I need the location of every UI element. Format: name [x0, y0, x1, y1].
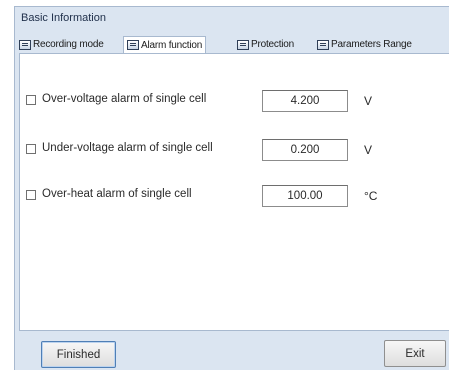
tab-alarm-function[interactable]: Alarm function	[123, 36, 207, 53]
over-voltage-label: Over-voltage alarm of single cell	[42, 93, 207, 105]
tab-recording-mode[interactable]: Recording mode	[19, 37, 104, 52]
tab-icon	[127, 40, 139, 50]
tab-label: Alarm function	[141, 39, 203, 51]
screenshot-frame: Basic Information Recording mode Alarm f…	[0, 0, 449, 370]
tab-bar: Recording mode Alarm function Protection…	[19, 36, 449, 53]
over-heat-input[interactable]	[262, 185, 348, 207]
tab-label: Protection	[251, 39, 295, 50]
basic-information-dialog: Basic Information Recording mode Alarm f…	[14, 6, 449, 370]
tab-icon	[317, 39, 329, 50]
over-heat-label: Over-heat alarm of single cell	[42, 188, 192, 200]
under-voltage-checkbox[interactable]	[26, 144, 36, 154]
over-voltage-checkbox[interactable]	[26, 95, 36, 105]
finished-button[interactable]: Finished	[41, 341, 116, 368]
over-voltage-input[interactable]	[262, 90, 348, 112]
under-voltage-input[interactable]	[262, 139, 348, 161]
over-heat-checkbox[interactable]	[26, 190, 36, 200]
alarm-row-over-voltage: Over-voltage alarm of single cell V	[26, 90, 446, 112]
over-voltage-unit: V	[364, 94, 373, 108]
exit-button[interactable]: Exit	[384, 340, 446, 367]
tab-label: Parameters Range	[331, 39, 412, 50]
tab-parameters-range[interactable]: Parameters Range	[317, 37, 412, 52]
alarm-row-over-heat: Over-heat alarm of single cell °C	[26, 185, 446, 207]
alarm-function-panel: Over-voltage alarm of single cell V Unde…	[19, 53, 449, 331]
tab-icon	[19, 39, 31, 50]
over-heat-unit: °C	[364, 189, 378, 203]
tab-protection[interactable]: Protection	[237, 37, 294, 52]
under-voltage-label: Under-voltage alarm of single cell	[42, 142, 213, 154]
tab-icon	[237, 39, 249, 50]
tab-label: Recording mode	[33, 39, 104, 50]
dialog-footer: Finished Exit	[19, 331, 449, 371]
dialog-title: Basic Information	[21, 12, 106, 24]
alarm-row-under-voltage: Under-voltage alarm of single cell V	[26, 139, 446, 161]
under-voltage-unit: V	[364, 143, 373, 157]
